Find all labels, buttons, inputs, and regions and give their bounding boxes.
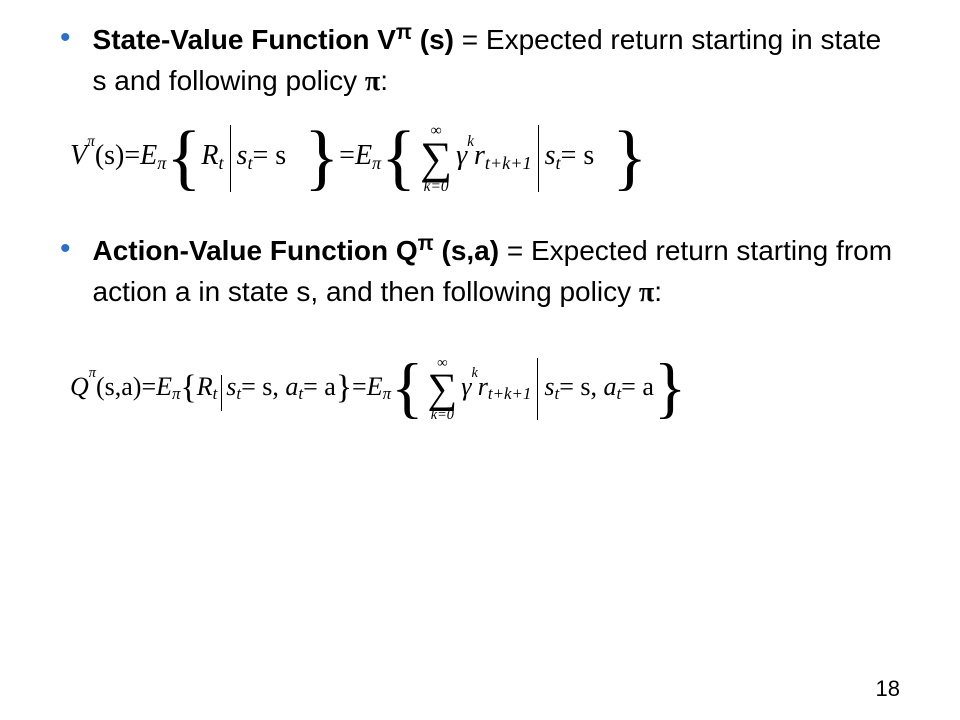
eq1-eqs: = s (253, 139, 287, 173)
eq1-bar1 (230, 125, 231, 192)
b1-paren: (s) (412, 24, 454, 55)
eq2-eqa2: = a (621, 371, 654, 402)
eq2-st2: s (544, 371, 554, 402)
eq1-tk1: t+k+1 (485, 153, 532, 175)
eq2-E1: E (156, 371, 172, 402)
sigma-icon: ∑ (428, 370, 458, 407)
eq1-pi-sup: π (87, 133, 95, 151)
eq2-at2: a (603, 371, 616, 402)
eq1-st: s (237, 139, 248, 173)
eq2-rb2: } (654, 361, 686, 415)
eq1-st-sub: t (247, 153, 252, 175)
b2-title: Action-Value Function Q (93, 235, 418, 266)
equation-2: Q π (s,a) = E π { R t s t = s , a t = a … (70, 354, 900, 420)
b2-policy: π (639, 277, 654, 308)
eq1-E1: E (140, 139, 157, 173)
eq2-st2-sub: t (554, 384, 559, 404)
eq2-E2: E (367, 371, 383, 402)
b1-colon: : (380, 65, 388, 96)
bullet-dot-icon: • (60, 231, 71, 267)
bullet-2: • Action-Value Function Qπ (s,a) = Expec… (60, 231, 900, 313)
eq2-rb1: } (336, 368, 352, 409)
eq1-s: (s) (95, 139, 125, 173)
eq1-Rt: t (218, 153, 223, 175)
eq1-V: V (70, 139, 87, 173)
eq2-lb1: { (180, 368, 196, 409)
sigma-icon: ∑ (420, 138, 452, 178)
eq1-sum-bot: k=0 (424, 179, 449, 194)
eq2-eqs2: = s (559, 371, 590, 402)
eq1-lb2: { (381, 128, 416, 186)
eq2-R: R (197, 371, 213, 402)
slide: • State-Value Function Vπ (s) = Expected… (0, 0, 960, 720)
bullet-1-text: State-Value Function Vπ (s) = Expected r… (93, 20, 900, 102)
eq2-eq: = (141, 371, 156, 402)
b2-sup: π (418, 232, 434, 255)
eq2-at: a (285, 371, 298, 402)
b2-paren: (s,a) (434, 235, 499, 266)
eq1-eq2: = (339, 139, 355, 173)
eq2-Q: Q (70, 371, 89, 402)
eq1-R: R (201, 139, 218, 173)
eq2-eq2: = (352, 371, 367, 402)
b1-policy: π (365, 66, 380, 97)
eq2-sum-bot: k=0 (431, 408, 454, 422)
eq1-E1-sub: π (157, 153, 166, 175)
eq2-eqa: = a (303, 371, 336, 402)
eq2-pi-sup: π (89, 365, 96, 382)
eq1-E2-sub: π (372, 153, 381, 175)
b1-title: State-Value Function V (93, 24, 396, 55)
eq2-Rt: t (213, 384, 218, 404)
eq1-E2: E (355, 139, 372, 173)
eq1-gamma: γ (456, 139, 467, 173)
eq1-r: r (474, 139, 485, 173)
eq1-rb2: } (612, 128, 647, 186)
eq2-at2-sub: t (616, 384, 621, 404)
eq2-k: k (471, 365, 477, 382)
eq2-at-sub: t (298, 384, 303, 404)
eq2-sum: ∞ ∑ k=0 (428, 356, 458, 422)
eq2-tk1: t+k+1 (488, 384, 531, 404)
eq2-eqs: = s (241, 371, 272, 402)
page-number: 18 (876, 676, 900, 702)
b1-sup: π (396, 21, 412, 44)
eq1-lb1: { (166, 128, 201, 186)
eq2-lb2: { (391, 361, 423, 415)
bullet-dot-icon: • (60, 20, 71, 56)
eq2-st: s (226, 371, 236, 402)
eq2-bar2 (537, 358, 538, 420)
eq1-eqs2: = s (561, 139, 595, 173)
eq2-E1-sub: π (172, 384, 180, 404)
eq1-st2-sub: t (556, 153, 561, 175)
eq2-sa: (s,a) (96, 371, 141, 402)
b2-colon: : (654, 276, 662, 307)
equation-1: V π (s) = E π { R t s t = s } = E π { ∞ (70, 120, 900, 191)
eq2-bar1 (221, 375, 222, 411)
eq1-rb1: } (304, 128, 339, 186)
eq1-eq: = (124, 139, 140, 173)
eq2-r: r (478, 371, 488, 402)
eq2-E2-sub: π (383, 384, 391, 404)
eq1-st2: s (545, 139, 556, 173)
eq1-k: k (467, 133, 474, 151)
eq1-sum: ∞ ∑ k=0 (420, 123, 452, 194)
eq1-bar2 (538, 125, 539, 192)
bullet-1: • State-Value Function Vπ (s) = Expected… (60, 20, 900, 102)
eq2-gamma: γ (461, 371, 471, 402)
bullet-2-text: Action-Value Function Qπ (s,a) = Expecte… (93, 231, 900, 313)
eq2-st-sub: t (236, 384, 241, 404)
